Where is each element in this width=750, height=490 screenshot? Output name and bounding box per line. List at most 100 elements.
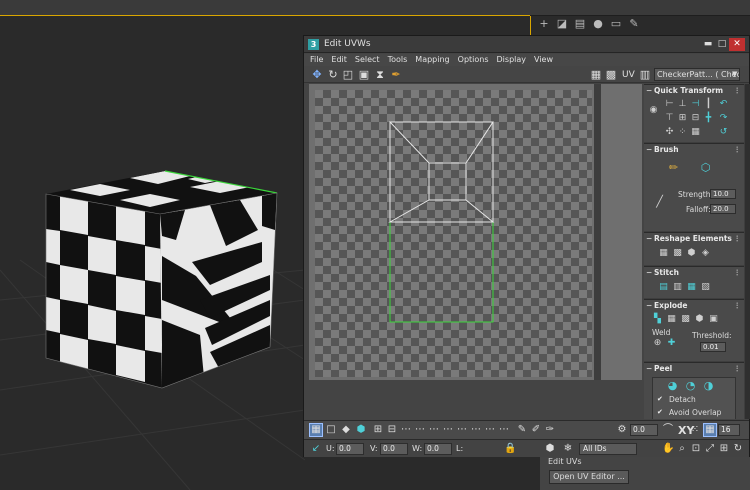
stitch-custom-icon[interactable]: ▧ bbox=[700, 282, 711, 293]
uv-shell-overlay[interactable] bbox=[309, 84, 642, 380]
ring-grow-icon[interactable]: ⋯ bbox=[456, 424, 468, 436]
uv-space-label[interactable]: UV bbox=[622, 70, 635, 80]
align-left-icon[interactable]: ⊢ bbox=[664, 99, 675, 110]
minimize-button[interactable]: ▬ bbox=[701, 38, 715, 51]
rotate-90-icon[interactable]: ↺ bbox=[718, 127, 729, 138]
pivot-icon[interactable]: ◉ bbox=[648, 105, 659, 116]
grid-snap-icon[interactable]: ⁘ bbox=[677, 127, 688, 138]
polygon-mode-icon[interactable]: ◆ bbox=[340, 424, 352, 436]
pan-hand-icon[interactable]: ✋ bbox=[662, 443, 674, 455]
relax-icon[interactable]: ▩ bbox=[672, 248, 683, 259]
avoid-overlap-checkbox[interactable]: ✔ bbox=[657, 409, 664, 416]
menu-select[interactable]: Select bbox=[355, 54, 380, 66]
window-titlebar[interactable]: 3 Edit UVWs ▬ □ ✕ bbox=[304, 36, 749, 53]
zoom-region-icon[interactable]: ⊡ bbox=[690, 443, 702, 455]
zoom-icon[interactable]: ⌕ bbox=[676, 443, 688, 455]
grid-snap-toggle-icon[interactable]: ▦ bbox=[703, 423, 717, 437]
menu-options[interactable]: Options bbox=[458, 54, 489, 66]
detach-checkbox[interactable]: ✔ bbox=[657, 396, 664, 403]
stitch-to-source-icon[interactable]: ▦ bbox=[686, 282, 697, 293]
target-weld-icon[interactable]: ✚ bbox=[666, 338, 677, 349]
pivot-point-icon[interactable]: ✣ bbox=[664, 127, 675, 138]
uv-editor-canvas[interactable] bbox=[309, 84, 642, 380]
checker-small-icon[interactable]: ▦ bbox=[690, 127, 701, 138]
ring-icon[interactable]: ⋯ bbox=[442, 424, 454, 436]
align-h-icon[interactable]: ⊤ bbox=[664, 113, 675, 124]
open-uv-editor-button[interactable]: Open UV Editor ... bbox=[549, 470, 629, 484]
paint-shrink-icon[interactable]: ✑ bbox=[544, 424, 556, 436]
grid-size-field[interactable]: 16 bbox=[718, 424, 740, 436]
section-header-quick-transform[interactable]: Quick Transform⋮ bbox=[644, 85, 744, 96]
stitch-average-icon[interactable]: ▥ bbox=[672, 282, 683, 293]
mirror-tool-icon[interactable]: ⧗ bbox=[373, 68, 387, 82]
texture-selector[interactable]: CheckerPatt... ( Checker ) bbox=[654, 68, 740, 81]
zoom-extents-icon[interactable]: ⤢ bbox=[704, 443, 716, 455]
align-vertical-icon[interactable]: ┃ bbox=[703, 99, 714, 110]
paint-grow-icon[interactable]: ✐ bbox=[530, 424, 542, 436]
explode-icon[interactable]: ▦ bbox=[666, 314, 677, 325]
pack-icon[interactable]: ▣ bbox=[708, 314, 719, 325]
paint-brush-icon[interactable]: ✏ bbox=[668, 162, 679, 173]
grow-selection-icon[interactable]: ⊞ bbox=[372, 424, 384, 436]
edge-mode-icon[interactable]: □ bbox=[325, 424, 337, 436]
v-field[interactable]: 0.0 bbox=[380, 443, 408, 455]
absolute-mode-icon[interactable]: ↙ bbox=[310, 443, 322, 455]
ring-shrink-icon[interactable]: ⋯ bbox=[470, 424, 482, 436]
rotate-ccw-icon[interactable]: ↶ bbox=[718, 99, 729, 110]
close-button[interactable]: ✕ bbox=[729, 38, 745, 51]
peel-mode-icon[interactable]: ◕ bbox=[667, 380, 678, 391]
peel-pin-icon[interactable]: ◑ bbox=[703, 380, 714, 391]
filter-icon[interactable]: ⬢ bbox=[544, 443, 556, 455]
weld-selected-icon[interactable]: ⊕ bbox=[652, 338, 663, 349]
snowflake-icon[interactable]: ❄ bbox=[562, 443, 574, 455]
relax-until-flat-icon[interactable]: ⬢ bbox=[686, 248, 697, 259]
section-header-brush[interactable]: Brush⋮ bbox=[644, 144, 744, 155]
straighten-selection-icon[interactable]: ▦ bbox=[658, 248, 669, 259]
space-h-icon[interactable]: ⊟ bbox=[690, 113, 701, 124]
section-header-reshape[interactable]: Reshape Elements⋮ bbox=[644, 233, 744, 244]
break-icon[interactable]: ▚ bbox=[652, 314, 663, 325]
menu-mapping[interactable]: Mapping bbox=[415, 54, 449, 66]
stitch-to-target-icon[interactable]: ▤ bbox=[658, 282, 669, 293]
shrink-selection-icon[interactable]: ⊟ bbox=[386, 424, 398, 436]
rotation-field[interactable]: 0.0 bbox=[630, 424, 658, 436]
loop-shrink-icon[interactable]: ⋯ bbox=[428, 424, 440, 436]
section-header-stitch[interactable]: Stitch⋮ bbox=[644, 267, 744, 278]
strength-field[interactable]: 10.0 bbox=[710, 189, 736, 199]
align-right-icon[interactable]: ⊣ bbox=[690, 99, 701, 110]
lock-icon[interactable]: 🔒 bbox=[504, 443, 516, 455]
w-field[interactable]: 0.0 bbox=[424, 443, 452, 455]
zoom-selected-icon[interactable]: ⊞ bbox=[718, 443, 730, 455]
edge-ring-icon[interactable]: ⋯ bbox=[498, 424, 510, 436]
move-tool-icon[interactable]: ✥ bbox=[310, 68, 324, 82]
rotate-cw-icon[interactable]: ↷ bbox=[718, 113, 729, 124]
align-center-icon[interactable]: ⊥ bbox=[677, 99, 688, 110]
section-header-peel[interactable]: Peel⋮ bbox=[644, 363, 744, 374]
u-field[interactable]: 0.0 bbox=[336, 443, 364, 455]
pan-reset-icon[interactable]: ↻ bbox=[732, 443, 744, 455]
detach-icon[interactable]: ⬢ bbox=[694, 314, 705, 325]
pixel-snap-icon[interactable]: ⁙ bbox=[689, 424, 701, 436]
menu-display[interactable]: Display bbox=[497, 54, 527, 66]
scale-tool-icon[interactable]: ◰ bbox=[341, 68, 355, 82]
grid-display-icon[interactable]: ▩ bbox=[604, 68, 618, 82]
section-header-explode[interactable]: Explode⋮ bbox=[644, 300, 744, 311]
menu-view[interactable]: View bbox=[534, 54, 553, 66]
rotate-tool-icon[interactable]: ↻ bbox=[326, 68, 340, 82]
vertex-mode-icon[interactable]: ▦ bbox=[309, 423, 323, 437]
show-map-icon[interactable]: ▥ bbox=[638, 68, 652, 82]
material-ids-selector[interactable]: All IDs bbox=[579, 443, 637, 455]
menu-file[interactable]: File bbox=[310, 54, 323, 66]
soft-select-curve-icon[interactable]: ⌒ bbox=[662, 424, 674, 436]
flatten-icon[interactable]: ▩ bbox=[680, 314, 691, 325]
freeform-tool-icon[interactable]: ▣ bbox=[357, 68, 371, 82]
distribute-icon[interactable]: ⊞ bbox=[677, 113, 688, 124]
chevron-down-icon[interactable]: ▼ bbox=[732, 68, 737, 81]
threshold-field[interactable]: 0.01 bbox=[700, 342, 726, 352]
relax-brush-icon[interactable]: ⬡ bbox=[700, 162, 711, 173]
loop-grow-icon[interactable]: ⋯ bbox=[414, 424, 426, 436]
edge-loop-icon[interactable]: ⋯ bbox=[484, 424, 496, 436]
falloff-field[interactable]: 20.0 bbox=[710, 204, 736, 214]
quick-peel-icon[interactable]: ◈ bbox=[700, 248, 711, 259]
maximize-button[interactable]: □ bbox=[715, 38, 729, 51]
